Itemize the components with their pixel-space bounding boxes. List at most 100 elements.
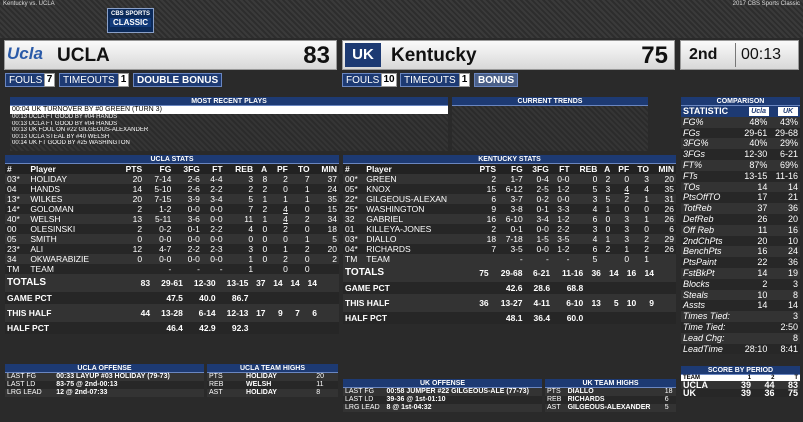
comparison-table: FG% 48% 43% FGs 29-61 29-68 3FG% 40% 29% 3FGs 12-3… <box>681 116 800 355</box>
player-row: 03* HOLIDAY 20 7-14 2-6 4-4 3 8 2 7 37 <box>5 174 339 184</box>
recent-plays-list: 00:04 UK TURNOVER BY #0 GREEN (TURN 3) 0… <box>10 106 448 151</box>
trends-body <box>452 106 648 151</box>
info-row: LAST LD 39-36 @ 1st-01:10 <box>343 396 542 404</box>
info-row: LAST FG 00:33 LAYUP #03 HOLIDAY (79-73) <box>5 373 204 381</box>
player-row: 04* RICHARDS 7 3-5 0-0 1-2 6 2 1 2 26 <box>343 244 676 254</box>
home-fouls: 10 <box>381 73 397 87</box>
comparison-row: FstBkPt 14 19 <box>681 267 800 279</box>
home-team-bar: UK Kentucky 75 <box>342 40 675 70</box>
period-team: UK <box>683 388 696 398</box>
uk-offense-panel: UK OFFENSE LAST FG 00:58 JUMPER #22 GILGE… <box>343 379 542 412</box>
info-row: LRG LEAD 8 @ 1st-04:32 <box>343 404 542 412</box>
uk-logo: UK <box>345 43 381 67</box>
player-row: 00 OLESINSKI 2 0-2 0-1 2-2 4 0 2 0 18 <box>5 224 339 234</box>
comparison-row: PtsPaint 22 36 <box>681 257 800 268</box>
ucla-logo: Ucla <box>7 44 43 63</box>
ucla-mini-logo: Ucla <box>748 107 769 117</box>
uk-stats-table: # Player PTS FG 3FG FT REB A PF TO MIN 0… <box>343 164 676 264</box>
col-header: A <box>604 164 611 174</box>
time-remaining: 00:13 <box>741 46 782 63</box>
player-row: 22* GILGEOUS-ALEXAN 6 3-7 0-2 0-0 3 5 2 1 31 <box>343 194 676 204</box>
ucla-highs-panel: UCLA TEAM HIGHS PTS HOLIDAY 20 REB WELSH 11 AS… <box>207 364 338 397</box>
comparison-extra-row: Times Tied: 3 <box>681 311 800 322</box>
col-header: FT <box>559 164 570 174</box>
ucla-stats-title: UCLA STATS <box>5 155 339 164</box>
ucla-highs-title: UCLA TEAM HIGHS <box>207 364 338 373</box>
copyright-label: 2017 CBS Sports Classic <box>732 1 800 7</box>
home-timeouts-label: TIMEOUTS <box>400 73 460 87</box>
uk-mini-logo: UK <box>778 107 798 117</box>
comparison-panel: COMPARISON STATISTIC Ucla UK FG% 48% 43% FG… <box>681 97 800 355</box>
col-header: PF <box>277 164 288 174</box>
stat-label: STATISTIC <box>683 106 729 116</box>
game-clock: 2nd 00:13 <box>680 40 799 70</box>
comparison-row: TOs 14 14 <box>681 181 800 193</box>
player-row: 34 OKWARABIZIE 0 0-0 0-0 0-0 1 0 2 0 2 <box>5 254 339 264</box>
col-header: REB <box>579 164 598 174</box>
player-row: 00* GREEN 2 1-7 0-4 0-0 0 2 0 3 20 <box>343 174 676 184</box>
score-by-period-table: TEAM 1 2 T UCLA 39 44 83 UK 39 36 75 <box>681 375 800 398</box>
col-header: PTS <box>125 164 143 174</box>
uk-highs-title: UK TEAM HIGHS <box>545 379 676 388</box>
comparison-row: Steals 10 8 <box>681 289 800 301</box>
recent-plays-title: MOST RECENT PLAYS <box>10 97 448 106</box>
col-header: MIN <box>658 164 674 174</box>
half-pct-row: HALF PCT 48.1 36.4 60.0 <box>343 312 676 324</box>
play-item: 00:14 UK FT GOOD BY #25 WASHINGTON <box>12 140 130 146</box>
col-header: TO <box>637 164 650 174</box>
totals-row: TOTALS 75 29-68 6-21 11-16 36 14 16 14 <box>343 264 676 282</box>
info-row: PTS DIALLO 18 <box>545 388 676 396</box>
totals-row: TOTALS 83 29-61 12-30 13-15 37 14 14 14 <box>5 274 339 292</box>
info-row: LAST FG 00:58 JUMPER #22 GILGEOUS-ALE (77… <box>343 388 542 396</box>
comparison-row: 2ndChPts 20 10 <box>681 235 800 247</box>
this-half-row: THIS HALF 36 13-27 4-11 6-10 13 5 10 9 <box>343 294 676 312</box>
ucla-highs-table: PTS HOLIDAY 20 REB WELSH 11 AST HOLIDAY 8 <box>207 373 338 397</box>
player-row: TM TEAM - - -5 0 1 <box>343 254 676 264</box>
col-header: 3FG <box>183 164 200 174</box>
comparison-row: PtsOffTO 17 21 <box>681 192 800 204</box>
home-team-name: Kentucky <box>391 45 477 66</box>
uk-stats-title: KENTUCKY STATS <box>343 155 676 164</box>
clock-divider <box>735 43 736 67</box>
info-row: REB WELSH 11 <box>207 381 338 389</box>
ucla-stats-table: # Player PTS FG 3FG FT REB A PF TO MIN 0… <box>5 164 339 274</box>
player-row: 40* WELSH 13 5-11 3-6 0-0 11 1 4 2 34 <box>5 214 339 224</box>
col-header: FT <box>212 164 223 174</box>
home-score: 75 <box>641 42 668 69</box>
away-timeouts: 1 <box>118 73 129 87</box>
away-fouls: 7 <box>44 73 55 87</box>
col-header: TO <box>297 164 310 174</box>
comparison-row: FGs 29-61 29-68 <box>681 127 800 139</box>
event-logo: CBS SPORTS CLASSIC <box>107 8 154 33</box>
info-row: PTS HOLIDAY 20 <box>207 373 338 381</box>
comparison-row: Assts 14 14 <box>681 300 800 312</box>
half-pct-row: HALF PCT 46.4 42.9 92.3 <box>5 322 339 334</box>
ucla-offense-panel: UCLA OFFENSE LAST FG 00:33 LAYUP #03 HOLI… <box>5 364 204 397</box>
home-fouls-label: FOULS <box>342 73 384 87</box>
player-row: 25* WASHINGTON 9 3-8 0-1 3-3 4 1 0 0 26 <box>343 204 676 214</box>
this-half-row: THIS HALF 44 13-28 6-14 12-13 17 9 7 6 <box>5 304 339 322</box>
player-row: 04 HANDS 14 5-10 2-6 2-2 2 2 0 1 24 <box>5 184 339 194</box>
player-row: 23* ALI 12 4-7 2-2 2-3 3 0 1 2 20 <box>5 244 339 254</box>
home-timeouts: 1 <box>459 73 470 87</box>
ucla-stats-panel: UCLA STATS # Player PTS FG 3FG FT REB A … <box>5 155 339 334</box>
comparison-row: 3FGs 12-30 6-21 <box>681 149 800 160</box>
away-team-bar: Ucla UCLA 83 <box>4 40 337 70</box>
info-row: AST GILGEOUS-ALEXANDER 5 <box>545 404 676 412</box>
player-row: 14* GOLOMAN 2 1-2 0-0 0-0 7 2 4 0 15 <box>5 204 339 214</box>
comparison-row: FTs 13-15 11-16 <box>681 170 800 182</box>
player-row: 05 SMITH 0 0-0 0-0 0-0 0 0 0 1 5 <box>5 234 339 244</box>
col-header: Player <box>30 164 56 174</box>
col-header: A <box>261 164 268 174</box>
comparison-title: COMPARISON <box>681 97 800 106</box>
player-row: TM TEAM - - -1 0 0 <box>5 264 339 274</box>
info-row: REB RICHARDS 6 <box>545 396 676 404</box>
uk-stats-panel: KENTUCKY STATS # Player PTS FG 3FG FT RE… <box>343 155 676 324</box>
away-fouls-label: FOULS <box>5 73 47 87</box>
comparison-row: FT% 87% 69% <box>681 159 800 171</box>
matchup-label: Kentucky vs. UCLA <box>3 1 55 7</box>
away-timeouts-label: TIMEOUTS <box>59 73 119 87</box>
comparison-header: STATISTIC Ucla UK <box>681 106 800 117</box>
info-row: LAST LD 83-75 @ 2nd-00:13 <box>5 381 204 389</box>
info-row: AST HOLIDAY 8 <box>207 389 338 397</box>
